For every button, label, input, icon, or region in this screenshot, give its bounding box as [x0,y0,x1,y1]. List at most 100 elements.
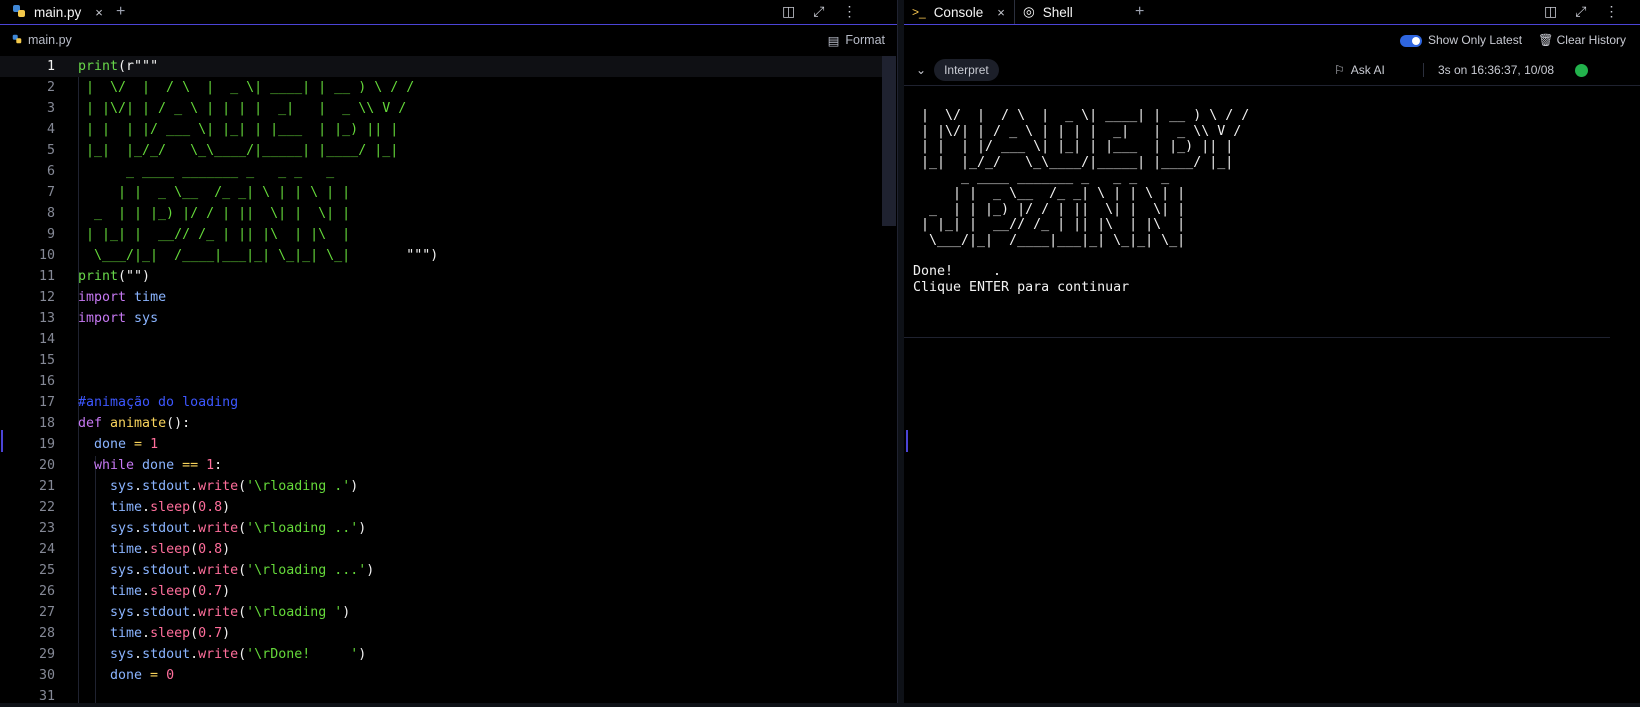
format-button[interactable]: ▤ Format [828,33,885,48]
code-token: animate [102,416,167,431]
pane-resize-marker[interactable] [1,430,3,452]
code-line[interactable]: 2 | \/ | / \ | _ \| ____| | __ ) \ / / [0,77,882,98]
tab-main-py[interactable]: main.py × [12,0,103,24]
code-line[interactable]: 26 time.sleep(0.7) [0,581,882,602]
editor-scrollbar[interactable] [882,56,896,226]
console-tab-bar: >_ Console × ◎ Shell + ◫ ⤢ ⋮ [904,0,1640,25]
toggle-switch[interactable] [1400,34,1422,47]
code-token: sleep [150,584,191,599]
code-line[interactable]: 7 | | _ \__ /_ _| \ | | \ | | [0,182,882,203]
line-number: 10 [38,248,55,263]
new-tab-button[interactable]: + [116,3,125,21]
code-token: ) [222,500,231,515]
ask-ai-button[interactable]: ⚐ Ask AI [1334,63,1385,77]
code-line[interactable]: 14 [0,329,882,350]
code-line[interactable]: 3 | |\/| | / _ \ | | | | _| | _ \\ V / [0,98,882,119]
expand-icon[interactable]: ⤢ [813,3,824,20]
close-icon[interactable]: × [997,5,1005,20]
code-line[interactable]: 21 sys.stdout.write('\rloading .') [0,476,882,497]
code-token: ) [358,647,367,662]
code-text: sys.stdout.write('\rloading .') [78,479,358,494]
code-editor[interactable]: 1 print(r""" 2 | \/ | / \ | _ \| ____| | _… [0,56,882,704]
code-token: stdout [142,605,191,620]
code-line[interactable]: 6 _ ____ _______ _ _ _ _ [0,161,882,182]
code-line[interactable]: 18 def animate(): [0,413,882,434]
tab-shell[interactable]: ◎ Shell [1014,0,1131,24]
code-line[interactable]: 11 print("") [0,266,882,287]
code-line[interactable]: 31 [0,686,882,707]
split-pane-icon[interactable]: ◫ [782,3,795,20]
code-token: time [78,584,143,599]
code-token: stdout [142,647,191,662]
code-line[interactable]: 23 sys.stdout.write('\rloading ..') [0,518,882,539]
code-token: '\rDone! ' [246,647,359,662]
code-line[interactable]: 12 import time [0,287,882,308]
code-line[interactable]: 25 sys.stdout.write('\rloading ...') [0,560,882,581]
trash-icon: 🗑 [1538,33,1554,47]
code-line[interactable]: 15 [0,350,882,371]
code-line[interactable]: 10 \___/|_| /____|___|_| \_|_| \_| """) [0,245,882,266]
code-token: (): [166,416,191,431]
breadcrumb[interactable]: main.py [12,33,72,47]
expand-icon[interactable]: ⤢ [1575,3,1586,20]
shell-icon: ◎ [1023,4,1035,19]
code-line[interactable]: 19 done = 1 [0,434,882,455]
code-line[interactable]: 17 #animação do loading [0,392,882,413]
code-token: time [78,626,143,641]
line-number: 3 [46,101,55,116]
clear-history-label: Clear History [1556,33,1626,47]
code-line[interactable]: 5 |_| |_/_/ \_\____/|_____| |____/ |_| [0,140,882,161]
code-token: """ [350,248,431,263]
code-token: ) [222,584,231,599]
show-only-latest-toggle[interactable]: Show Only Latest [1400,33,1522,47]
more-options-icon[interactable]: ⋮ [842,3,856,20]
new-tab-button[interactable]: + [1135,3,1144,21]
split-pane-icon[interactable]: ◫ [1544,3,1557,20]
code-token: done [78,668,143,683]
code-token: . [190,605,199,620]
code-line[interactable]: 30 done = 0 [0,665,882,686]
code-text: | |_| | __// /_ | || |\ | |\ | [78,227,350,242]
run-entry-header: ⌄ Interpret ⚐ Ask AI 3s on 16:36:37, 10/0… [904,55,1640,86]
code-line[interactable]: 4 | | | |/ ___ \| |_| | |___ | |_) || | [0,119,882,140]
code-token: | \/ | / \ | _ \| ____| | __ ) \ / / [78,80,415,95]
code-line[interactable]: 27 sys.stdout.write('\rloading ') [0,602,882,623]
code-token: #animação do loading [78,395,239,410]
code-line[interactable]: 22 time.sleep(0.8) [0,497,882,518]
code-text: time.sleep(0.7) [78,584,230,599]
code-token: . [134,605,143,620]
code-text: #animação do loading [78,395,238,410]
code-line[interactable]: 29 sys.stdout.write('\rDone! ') [0,644,882,665]
code-text: | | _ \__ /_ _| \ | | \ | | [78,185,350,200]
code-token: ) [366,563,375,578]
code-token: . [190,479,199,494]
code-line[interactable]: 20 while done == 1: [0,455,882,476]
code-token: time [126,290,167,305]
code-line[interactable]: 13 import sys [0,308,882,329]
code-line[interactable]: 1 print(r""" [0,56,882,77]
tab-shell-label: Shell [1042,4,1073,20]
line-number: 21 [38,479,55,494]
code-line[interactable]: 16 [0,371,882,392]
tab-console[interactable]: >_ Console × [912,0,1005,24]
code-line[interactable]: 8 _ | | |_) |/ / | || \| | \| | [0,203,882,224]
code-line[interactable]: 28 time.sleep(0.7) [0,623,882,644]
code-token: ) [350,479,359,494]
code-token: r""" [126,59,159,74]
code-token: stdout [142,521,191,536]
code-token: . [142,500,151,515]
chevron-down-icon[interactable]: ⌄ [916,63,926,77]
clear-history-button[interactable]: 🗑 Clear History [1538,33,1626,47]
line-number: 27 [38,605,55,620]
close-icon[interactable]: × [95,5,103,20]
line-number: 31 [38,689,55,704]
terminal-prompt-icon: >_ [912,5,926,19]
editor-tab-bar: main.py × + ◫ ⤢ ⋮ [0,0,897,25]
code-token: sleep [150,542,191,557]
code-line[interactable]: 24 time.sleep(0.8) [0,539,882,560]
code-text: | | | |/ ___ \| |_| | |___ | |_) || | [78,122,398,137]
more-options-icon[interactable]: ⋮ [1604,3,1618,20]
interpret-button[interactable]: Interpret [934,59,999,81]
code-token: 0.7 [198,626,223,641]
code-line[interactable]: 9 | |_| | __// /_ | || |\ | |\ | [0,224,882,245]
